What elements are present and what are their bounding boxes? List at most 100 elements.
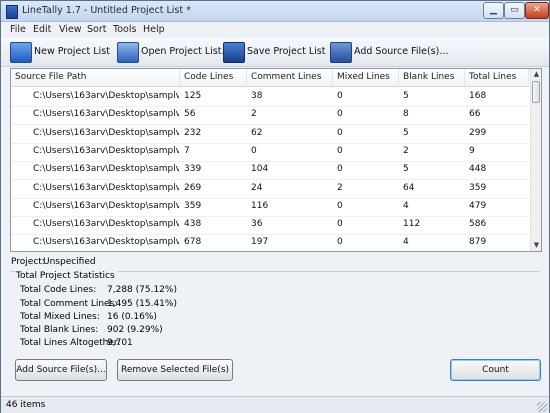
stat-mixed-lines: Total Mixed Lines: 16 (0.16%) bbox=[20, 312, 157, 322]
cell-blank-lines: 5 bbox=[403, 127, 409, 138]
cell-total-lines: 168 bbox=[469, 91, 487, 101]
remove-selected-files-button[interactable]: Remove Selected File(s) bbox=[117, 359, 233, 381]
stat-value: 16 (0.16%) bbox=[107, 312, 157, 322]
cell-code-lines: 339 bbox=[184, 164, 202, 175]
cell-path: C:\Users\163arv\Desktop\samplvbnet1... bbox=[33, 182, 179, 193]
cell-comment-lines: 24 bbox=[251, 182, 263, 193]
open-project-list-label: Open Project List... bbox=[141, 46, 231, 57]
new-project-list-label: New Project List bbox=[34, 46, 110, 57]
cell-mixed-lines: 0 bbox=[337, 91, 343, 101]
stat-total-lines: Total Lines Altogether: 9,701 bbox=[20, 338, 133, 348]
cell-total-lines: 479 bbox=[469, 200, 487, 211]
table-row[interactable]: C:\Users\163arv\Desktop\samplvbnet1... 12… bbox=[11, 87, 529, 107]
stat-label: Total Comment Lines: bbox=[20, 299, 118, 309]
menu-bar: File Edit View Sort Tools Help bbox=[1, 22, 549, 37]
title-bar[interactable]: LineTally 1.7 - Untitled Project List * … bbox=[1, 1, 549, 22]
maximize-button[interactable]: ▭ bbox=[504, 2, 525, 19]
table-row[interactable]: C:\Users\163arv\Desktop\samplvbnet1... 33… bbox=[11, 160, 529, 181]
add-source-files-button[interactable]: Add Source File(s)... bbox=[15, 359, 107, 381]
menu-edit[interactable]: Edit bbox=[33, 24, 51, 35]
table-row[interactable]: C:\Users\163arv\Desktop\samplvbnet1... 67… bbox=[11, 233, 529, 251]
menu-tools[interactable]: Tools bbox=[113, 24, 136, 35]
stat-value: 1,495 (15.41%) bbox=[107, 299, 177, 309]
table-row[interactable]: C:\Users\163arv\Desktop\samplvbnet1... 56… bbox=[11, 105, 529, 126]
table-row[interactable]: C:\Users\163arv\Desktop\samplvbnet1... 26… bbox=[11, 179, 529, 199]
cell-comment-lines: 2 bbox=[251, 109, 257, 120]
cell-mixed-lines: 0 bbox=[337, 127, 343, 138]
menu-view[interactable]: View bbox=[59, 24, 82, 35]
scrollbar-thumb[interactable] bbox=[532, 81, 540, 103]
cell-total-lines: 9 bbox=[469, 145, 475, 156]
scroll-up-arrow-icon[interactable]: ▲ bbox=[531, 69, 541, 80]
cell-comment-lines: 62 bbox=[251, 127, 263, 138]
cell-mixed-lines: 0 bbox=[337, 109, 343, 120]
table-row[interactable]: C:\Users\163arv\Desktop\samplvbnet1... 43… bbox=[11, 215, 529, 236]
new-project-list-button[interactable]: New Project List bbox=[10, 41, 110, 63]
cell-total-lines: 586 bbox=[469, 219, 487, 230]
menu-file[interactable]: File bbox=[10, 24, 26, 35]
cell-comment-lines: 116 bbox=[251, 200, 269, 211]
cell-comment-lines: 36 bbox=[251, 219, 263, 230]
add-source-files-toolbar-button[interactable]: Add Source File(s)... bbox=[330, 41, 448, 63]
cell-blank-lines: 2 bbox=[403, 145, 409, 156]
open-project-list-button[interactable]: Open Project List... bbox=[117, 41, 231, 63]
cell-path: C:\Users\163arv\Desktop\samplvbnet1... bbox=[33, 237, 179, 248]
resize-grip-icon[interactable] bbox=[537, 402, 547, 412]
table-row[interactable]: C:\Users\163arv\Desktop\samplvbnet1... 23… bbox=[11, 124, 529, 144]
minimize-button[interactable]: ▁ bbox=[483, 2, 504, 19]
column-header-path[interactable]: Source File Path bbox=[11, 69, 180, 86]
cell-total-lines: 448 bbox=[469, 164, 487, 175]
table-row[interactable]: C:\Users\163arv\Desktop\samplvbnet1... 7 0… bbox=[11, 142, 529, 162]
column-header-mixed-lines[interactable]: Mixed Lines bbox=[333, 69, 399, 86]
cell-path: C:\Users\163arv\Desktop\samplvbnet1... bbox=[33, 91, 179, 101]
item-count: 46 items bbox=[6, 400, 46, 410]
column-header-comment-lines[interactable]: Comment Lines bbox=[247, 69, 333, 86]
statistics-title: Total Project Statistics bbox=[16, 271, 118, 281]
vertical-scrollbar[interactable]: ▲ ▼ bbox=[530, 69, 541, 251]
cell-mixed-lines: 0 bbox=[337, 200, 343, 211]
cell-code-lines: 232 bbox=[184, 127, 202, 138]
column-header-total-lines[interactable]: Total Lines bbox=[465, 69, 529, 86]
cell-comment-lines: 197 bbox=[251, 237, 269, 248]
stat-label: Total Blank Lines: bbox=[20, 325, 99, 335]
cell-code-lines: 269 bbox=[184, 182, 202, 193]
cell-comment-lines: 104 bbox=[251, 164, 269, 175]
cell-path: C:\Users\163arv\Desktop\samplvbnet1... bbox=[33, 109, 179, 120]
cell-blank-lines: 112 bbox=[403, 219, 421, 230]
cell-mixed-lines: 0 bbox=[337, 145, 343, 156]
stat-code-lines: Total Code Lines: 7,288 (75.12%) bbox=[20, 285, 177, 295]
count-button[interactable]: Count bbox=[450, 359, 541, 381]
cell-comment-lines: 38 bbox=[251, 91, 263, 101]
stat-label: Total Lines Altogether: bbox=[20, 338, 121, 348]
cell-path: C:\Users\163arv\Desktop\samplvbnet1... bbox=[33, 219, 179, 230]
add-files-icon bbox=[330, 42, 352, 63]
cell-code-lines: 7 bbox=[184, 145, 190, 156]
scroll-down-arrow-icon[interactable]: ▼ bbox=[531, 240, 541, 251]
cell-blank-lines: 4 bbox=[403, 200, 409, 211]
add-source-files-label: Add Source File(s)... bbox=[354, 46, 449, 57]
source-file-list[interactable]: Source File Path Code Lines Comment Line… bbox=[10, 68, 542, 252]
cell-code-lines: 56 bbox=[184, 109, 196, 120]
cell-code-lines: 678 bbox=[184, 237, 202, 248]
project-value: Unspecified bbox=[43, 257, 96, 267]
menu-help[interactable]: Help bbox=[143, 24, 165, 35]
cell-path: C:\Users\163arv\Desktop\samplvbnet1... bbox=[33, 164, 179, 175]
cell-code-lines: 125 bbox=[184, 91, 202, 101]
cell-blank-lines: 5 bbox=[403, 164, 409, 175]
cell-total-lines: 299 bbox=[469, 127, 487, 138]
cell-mixed-lines: 0 bbox=[337, 219, 343, 230]
app-window: LineTally 1.7 - Untitled Project List * … bbox=[0, 0, 550, 413]
cell-code-lines: 438 bbox=[184, 219, 202, 230]
stat-value: 902 (9.29%) bbox=[107, 325, 163, 335]
save-project-list-button[interactable]: Save Project List bbox=[223, 41, 325, 63]
column-header-code-lines[interactable]: Code Lines bbox=[180, 69, 247, 86]
menu-sort[interactable]: Sort bbox=[87, 24, 106, 35]
app-icon bbox=[6, 5, 18, 19]
column-header-blank-lines[interactable]: Blank Lines bbox=[399, 69, 465, 86]
cell-blank-lines: 5 bbox=[403, 91, 409, 101]
cell-total-lines: 879 bbox=[469, 237, 487, 248]
close-button[interactable]: ✕ bbox=[525, 2, 549, 19]
table-row[interactable]: C:\Users\163arv\Desktop\samplvbnet1... 35… bbox=[11, 197, 529, 217]
project-info: Project: Unspecified bbox=[11, 257, 96, 267]
new-document-icon bbox=[10, 42, 32, 63]
